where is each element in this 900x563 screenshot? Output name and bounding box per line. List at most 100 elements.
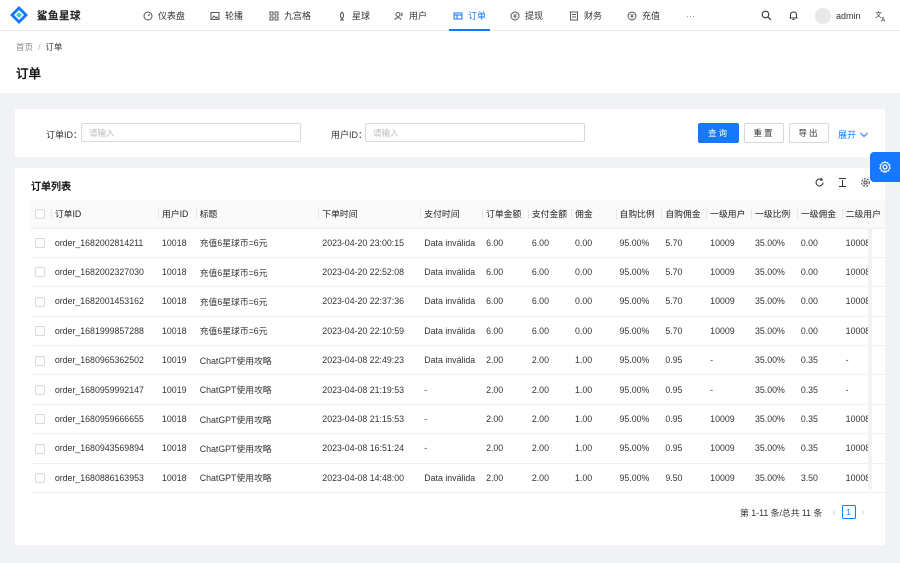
table-cell: ChatGPT使用攻略: [195, 345, 319, 376]
table-row[interactable]: order_1680886163953 10018 ChatGPT使用攻略 2023-…: [31, 463, 885, 494]
search-button[interactable]: [761, 0, 772, 31]
table-cell: 10018: [158, 228, 196, 258]
table-row[interactable]: order_1682002814211 10018 充值6星球币=6元 2023-04…: [31, 228, 885, 258]
reset-button[interactable]: 重置: [744, 123, 784, 143]
table-cell: order_1680959992147: [50, 374, 159, 405]
table-cell: -: [420, 374, 483, 405]
row-checkbox[interactable]: [35, 296, 45, 307]
table-cell: order_1682002814211: [50, 228, 159, 258]
user-id-input[interactable]: [365, 123, 585, 142]
nav-item-dashboard[interactable]: 仪表盘: [143, 0, 185, 31]
table-cell: 10009: [706, 286, 752, 317]
table-cell: 35.00%: [751, 404, 797, 435]
row-checkbox[interactable]: [35, 267, 45, 278]
row-select-cell[interactable]: [31, 316, 51, 347]
breadcrumb-separator: /: [38, 42, 41, 52]
table-cell: 充值6星球币=6元: [195, 286, 319, 317]
row-checkbox[interactable]: [35, 473, 45, 484]
nav-item-users[interactable]: 用户: [394, 0, 427, 31]
table-cell: 2.00: [527, 463, 572, 494]
row-select-cell[interactable]: [31, 463, 51, 494]
column-header: 一级用户: [706, 200, 752, 229]
table-cell: 10008: [841, 404, 885, 435]
table-cell: 0.00: [571, 286, 616, 317]
table-cell: 2023-04-20 22:37:36: [318, 286, 421, 317]
table-row[interactable]: order_1680959666655 10018 ChatGPT使用攻略 2023-…: [31, 404, 885, 435]
row-select-cell[interactable]: [31, 228, 51, 258]
row-checkbox[interactable]: [35, 355, 45, 366]
table-cell: -: [841, 345, 885, 376]
expand-link[interactable]: 展开: [838, 128, 869, 141]
table-cell: 6.00: [527, 316, 572, 347]
order-id-label: 订单ID：: [46, 130, 83, 140]
table-cell: order_1682001453162: [50, 286, 159, 317]
table-cell: 0.95: [661, 374, 707, 405]
row-select-cell[interactable]: [31, 404, 51, 435]
table-row[interactable]: order_1682002327030 10018 充值6星球币=6元 2023-04…: [31, 257, 885, 288]
table-cell: 95.00%: [615, 316, 662, 347]
nav-item-withdraw[interactable]: 提现: [510, 0, 543, 31]
reload-icon[interactable]: [813, 176, 825, 188]
query-button[interactable]: 查询: [698, 123, 739, 143]
table-cell: 95.00%: [615, 257, 662, 288]
nav-item-grid[interactable]: 九宫格: [269, 0, 311, 31]
nav-item-label: 用户: [409, 11, 428, 21]
row-checkbox[interactable]: [35, 384, 45, 395]
nav-item-label: 九宫格: [284, 11, 312, 21]
table-cell: ChatGPT使用攻略: [195, 433, 319, 464]
table-row[interactable]: order_1680943569894 10018 ChatGPT使用攻略 2023-…: [31, 433, 885, 464]
row-select-cell[interactable]: [31, 433, 51, 464]
table-cell: 2023-04-08 21:15:53: [318, 404, 421, 435]
page-number-button[interactable]: 1: [841, 505, 856, 519]
more-icon: ···: [686, 10, 695, 21]
app-logo[interactable]: 鲨鱼星球: [9, 5, 129, 25]
row-select-cell[interactable]: [31, 286, 51, 317]
select-all-checkbox[interactable]: [35, 209, 45, 220]
order-id-input[interactable]: [81, 123, 301, 142]
table-title: 订单列表: [31, 182, 71, 193]
user-menu[interactable]: admin: [815, 0, 861, 31]
table-cell: 1.00: [571, 433, 616, 464]
row-checkbox[interactable]: [35, 414, 45, 425]
prev-page-icon[interactable]: ‹: [832, 507, 835, 518]
density-icon[interactable]: [836, 176, 848, 188]
column-header: 一级佣金: [796, 200, 842, 229]
table-cell: 35.00%: [751, 433, 797, 464]
language-button[interactable]: 文A: [875, 0, 887, 31]
notification-button[interactable]: [788, 0, 799, 31]
row-select-cell[interactable]: [31, 345, 51, 376]
breadcrumb-home[interactable]: 首页: [16, 42, 33, 52]
table-cell: 2.00: [482, 433, 528, 464]
select-all-cell[interactable]: [31, 200, 51, 229]
table-row[interactable]: order_1680965362502 10019 ChatGPT使用攻略 2023-…: [31, 345, 885, 376]
nav-item-label: 仪表盘: [158, 11, 186, 21]
table-cell: -: [420, 404, 483, 435]
nav-item-orders[interactable]: 订单: [448, 0, 491, 31]
column-header: 自购佣金: [661, 200, 707, 229]
table-cell: 10009: [706, 433, 752, 464]
table-cell: 10008: [841, 463, 885, 494]
table-cell: 10018: [158, 404, 196, 435]
column-header: 佣金: [571, 200, 616, 229]
nav-item-planet[interactable]: 星球: [337, 0, 370, 31]
nav-more[interactable]: ···: [686, 0, 695, 31]
nav-item-finance[interactable]: 财务: [569, 0, 602, 31]
nav-item-recharge[interactable]: 充值: [627, 0, 660, 31]
row-select-cell[interactable]: [31, 374, 51, 405]
row-checkbox[interactable]: [35, 443, 45, 454]
table-row[interactable]: order_1682001453162 10018 充值6星球币=6元 2023-04…: [31, 286, 885, 317]
nav-item-carousel[interactable]: 轮播: [210, 0, 243, 31]
table-row[interactable]: order_1681999857288 10018 充值6星球币=6元 2023-04…: [31, 316, 885, 347]
table-cell: order_1680965362502: [50, 345, 159, 376]
nav-item-label: 订单: [468, 11, 487, 21]
row-checkbox[interactable]: [35, 238, 45, 249]
export-button[interactable]: 导出: [789, 123, 829, 143]
row-select-cell[interactable]: [31, 257, 51, 288]
next-page-icon[interactable]: ›: [862, 507, 865, 518]
settings-drawer-button[interactable]: [870, 152, 900, 182]
table-cell: 35.00%: [751, 345, 797, 376]
horizontal-scrollbar[interactable]: [868, 228, 872, 490]
row-checkbox[interactable]: [35, 326, 45, 337]
table-row[interactable]: order_1680959992147 10019 ChatGPT使用攻略 2023-…: [31, 374, 885, 405]
table-cell: 0.00: [796, 228, 842, 258]
